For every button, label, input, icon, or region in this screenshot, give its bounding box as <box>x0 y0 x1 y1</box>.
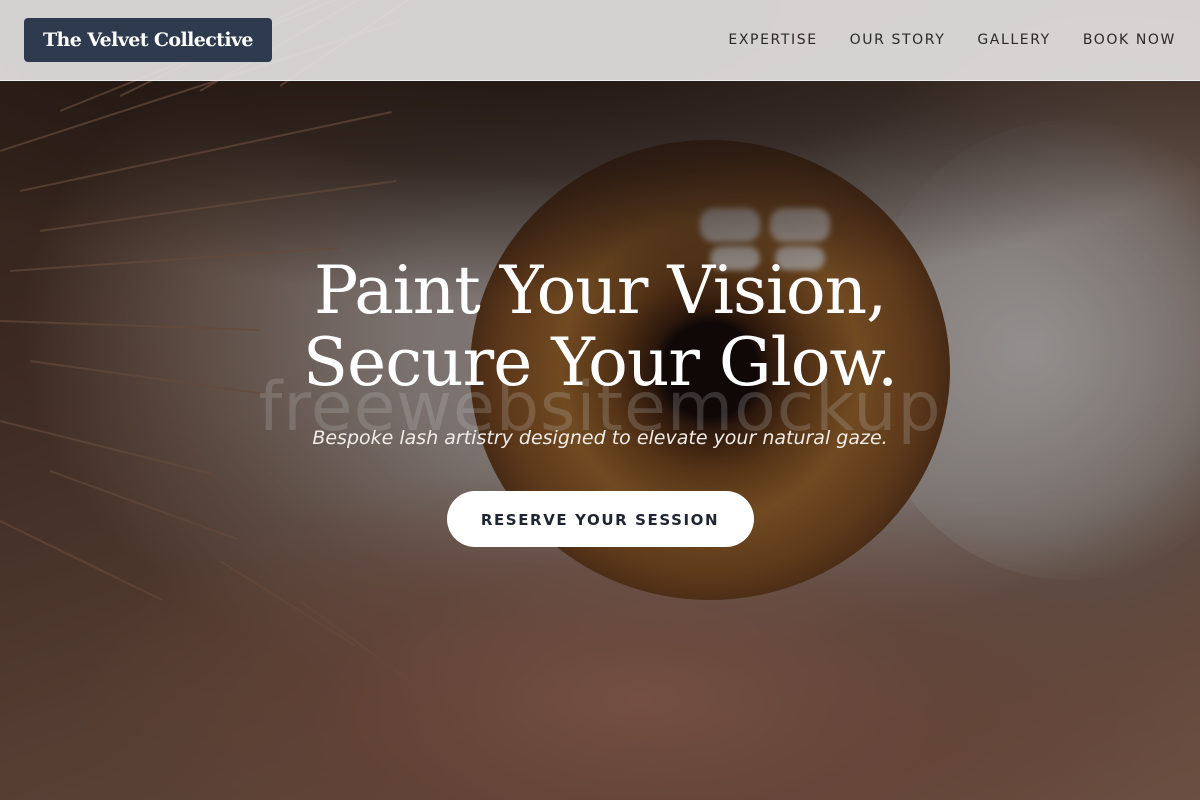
main-nav: EXPERTISE OUR STORY GALLERY BOOK NOW <box>728 32 1176 48</box>
logo[interactable]: The Velvet Collective <box>24 18 272 62</box>
nav-book-now[interactable]: BOOK NOW <box>1083 32 1176 48</box>
hero-content: Paint Your Vision, Secure Your Glow. Bes… <box>0 255 1200 547</box>
nav-our-story[interactable]: OUR STORY <box>850 32 946 48</box>
hero-subtitle: Bespoke lash artistry designed to elevat… <box>312 427 888 449</box>
reserve-session-button[interactable]: RESERVE YOUR SESSION <box>446 491 754 547</box>
site-header: The Velvet Collective EXPERTISE OUR STOR… <box>0 0 1200 81</box>
hero-title-line-2: Secure Your Glow. <box>302 324 898 401</box>
hero-title: Paint Your Vision, Secure Your Glow. <box>0 255 1200 399</box>
nav-expertise[interactable]: EXPERTISE <box>728 32 817 48</box>
hero-title-line-1: Paint Your Vision, <box>313 252 887 329</box>
nav-gallery[interactable]: GALLERY <box>977 32 1050 48</box>
